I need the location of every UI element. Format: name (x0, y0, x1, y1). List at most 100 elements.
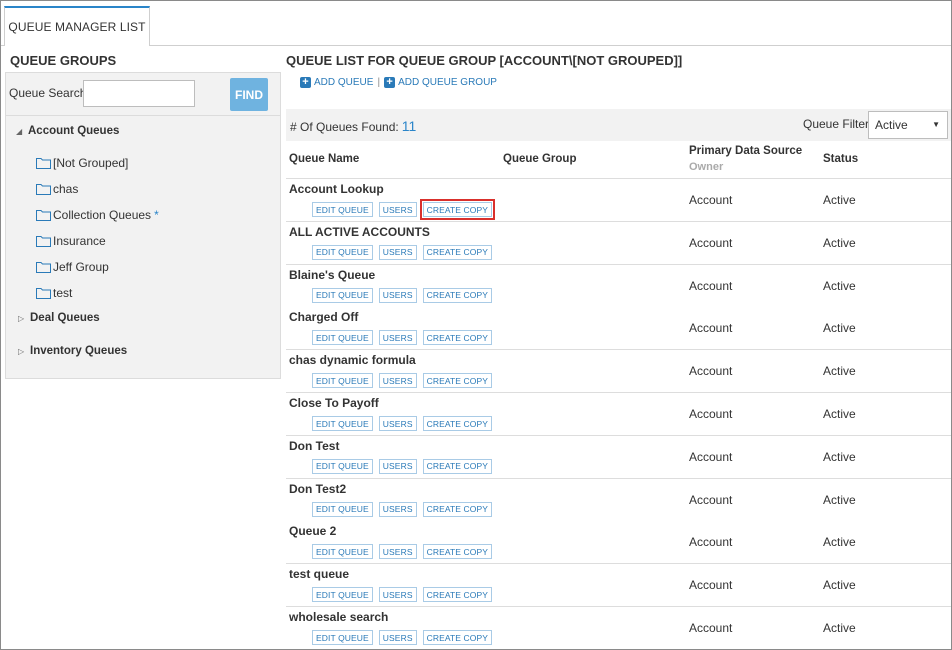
create-copy-button[interactable]: CREATE COPY (422, 244, 492, 260)
create-copy-button[interactable]: CREATE COPY (422, 630, 492, 645)
queue-status: Active (823, 235, 856, 250)
table-row: Queue 2 EDIT QUEUE USERS CREATE COPY Account… (286, 521, 951, 565)
queue-filter-value: Active (875, 118, 908, 132)
tree-item-insurance[interactable]: Insurance (36, 234, 106, 248)
edit-queue-button[interactable]: EDIT QUEUE (312, 587, 373, 603)
users-button[interactable]: USERS (378, 544, 417, 560)
edit-queue-button[interactable]: EDIT QUEUE (312, 202, 373, 217)
column-queue-group: Queue Group (503, 153, 577, 165)
edit-queue-button[interactable]: EDIT QUEUE (312, 287, 373, 303)
primary-data-source: Account (689, 449, 733, 464)
tree-group-deal-queues[interactable]: ▷ Deal Queues (18, 312, 100, 324)
add-queue-link[interactable]: ADD QUEUE (314, 77, 373, 88)
create-copy-button[interactable]: CREATE COPY (419, 199, 496, 220)
edit-queue-button[interactable]: EDIT QUEUE (312, 501, 373, 517)
column-owner: Owner (689, 161, 724, 173)
tree-item-label: Collection Queues (53, 208, 152, 222)
tree-group-label: Inventory Queues (30, 345, 128, 357)
users-button[interactable]: USERS (378, 501, 417, 517)
tree-item-chas[interactable]: chas (36, 182, 78, 196)
create-copy-button[interactable]: CREATE COPY (422, 458, 492, 474)
users-button[interactable]: USERS (378, 202, 417, 217)
create-copy-button[interactable]: CREATE COPY (422, 501, 492, 517)
default-star-marker: * (154, 208, 159, 222)
row-actions: EDIT QUEUE USERS CREATE COPY (312, 501, 498, 517)
plus-icon: + (300, 77, 311, 88)
row-actions: EDIT QUEUE USERS CREATE COPY (312, 416, 498, 431)
table-row: test queue EDIT QUEUE USERS CREATE COPY Acco… (286, 564, 951, 608)
edit-queue-button[interactable]: EDIT QUEUE (312, 458, 373, 474)
users-button[interactable]: USERS (378, 287, 417, 303)
edit-queue-button[interactable]: EDIT QUEUE (312, 244, 373, 260)
tree-item-test[interactable]: test (36, 286, 72, 300)
row-actions: EDIT QUEUE USERS CREATE COPY (312, 330, 498, 346)
queue-status: Active (823, 492, 856, 507)
users-button[interactable]: USERS (378, 330, 417, 346)
users-button[interactable]: USERS (378, 373, 417, 389)
dropdown-arrow-icon: ▼ (932, 120, 940, 129)
queue-status: Active (823, 449, 856, 464)
users-button[interactable]: USERS (378, 630, 417, 645)
tree-group-label: Deal Queues (30, 312, 100, 324)
primary-data-source: Account (689, 235, 733, 250)
tab-active-gap (5, 45, 149, 47)
edit-queue-button[interactable]: EDIT QUEUE (312, 630, 373, 645)
tree-item-collection-queues[interactable]: Collection Queues * (36, 208, 159, 222)
queue-list-title: QUEUE LIST FOR QUEUE GROUP [ACCOUNT\[NOT… (286, 53, 683, 68)
queue-name: Close To Payoff (289, 396, 379, 410)
table-row: wholesale search EDIT QUEUE USERS CREATE CO… (286, 607, 951, 649)
queue-table-header: Queue Name Queue Group Primary Data Sour… (286, 141, 951, 179)
queue-name: Don Test (289, 438, 340, 453)
row-actions: EDIT QUEUE USERS CREATE COPY (312, 458, 498, 474)
queue-status: Active (823, 407, 856, 421)
tree-group-inventory-queues[interactable]: ▷ Inventory Queues (18, 345, 127, 357)
plus-icon: + (384, 77, 396, 88)
users-button[interactable]: USERS (378, 587, 417, 603)
create-copy-button[interactable]: CREATE COPY (422, 544, 492, 560)
users-button[interactable]: USERS (378, 458, 417, 474)
queue-name: Don Test2 (289, 481, 347, 496)
queue-name: chas dynamic formula (289, 353, 416, 368)
table-row: Don Test2 EDIT QUEUE USERS CREATE COPY Accou… (286, 478, 951, 522)
tree-item-label: Insurance (53, 234, 106, 248)
edit-queue-button[interactable]: EDIT QUEUE (312, 416, 373, 431)
users-button[interactable]: USERS (378, 244, 417, 260)
queue-status: Active (823, 535, 856, 550)
tree-item-not-grouped[interactable]: [Not Grouped] (36, 156, 128, 170)
primary-data-source: Account (689, 407, 733, 421)
tab-strip: QUEUE MANAGER LIST (1, 1, 951, 46)
queue-search-input[interactable] (83, 80, 195, 107)
tab-queue-manager-list[interactable]: QUEUE MANAGER LIST (4, 6, 150, 46)
tree-item-label: Jeff Group (53, 260, 109, 274)
column-primary-data-source: Primary Data Source (689, 145, 803, 157)
tree-item-jeff-group[interactable]: Jeff Group (36, 260, 109, 274)
find-button[interactable]: FIND (230, 78, 268, 111)
queue-groups-title: QUEUE GROUPS (10, 53, 117, 68)
create-copy-button[interactable]: CREATE COPY (422, 587, 492, 603)
create-copy-button[interactable]: CREATE COPY (422, 373, 492, 389)
edit-queue-button[interactable]: EDIT QUEUE (312, 373, 373, 389)
table-row: Close To Payoff EDIT QUEUE USERS CREATE COP… (286, 393, 951, 436)
tree-group-account-queues[interactable]: ◢ Account Queues (16, 125, 119, 137)
queue-status: Active (823, 578, 856, 593)
queue-filter-select[interactable]: Active ▼ (868, 111, 948, 139)
add-queue-group-link[interactable]: ADD QUEUE GROUP (398, 77, 497, 88)
queue-status: Active (823, 321, 856, 336)
row-actions: EDIT QUEUE USERS CREATE COPY (312, 287, 498, 303)
create-copy-button[interactable]: CREATE COPY (422, 330, 492, 346)
queue-name: wholesale search (289, 610, 389, 624)
queue-status: Active (823, 193, 856, 207)
create-copy-button[interactable]: CREATE COPY (422, 287, 492, 303)
queue-status: Active (823, 621, 856, 635)
queue-name: Account Lookup (289, 182, 384, 196)
edit-queue-button[interactable]: EDIT QUEUE (312, 330, 373, 346)
tree-item-label: test (53, 286, 73, 300)
queue-group-tree: ◢ Account Queues [Not Grouped] chas Coll… (5, 116, 281, 379)
queue-search-label: Queue Search: (9, 86, 90, 100)
users-button[interactable]: USERS (378, 416, 417, 431)
edit-queue-button[interactable]: EDIT QUEUE (312, 544, 373, 560)
folder-icon (36, 261, 51, 273)
folder-icon (36, 287, 51, 299)
create-copy-button[interactable]: CREATE COPY (422, 416, 492, 431)
tab-label: QUEUE MANAGER LIST (8, 20, 146, 34)
